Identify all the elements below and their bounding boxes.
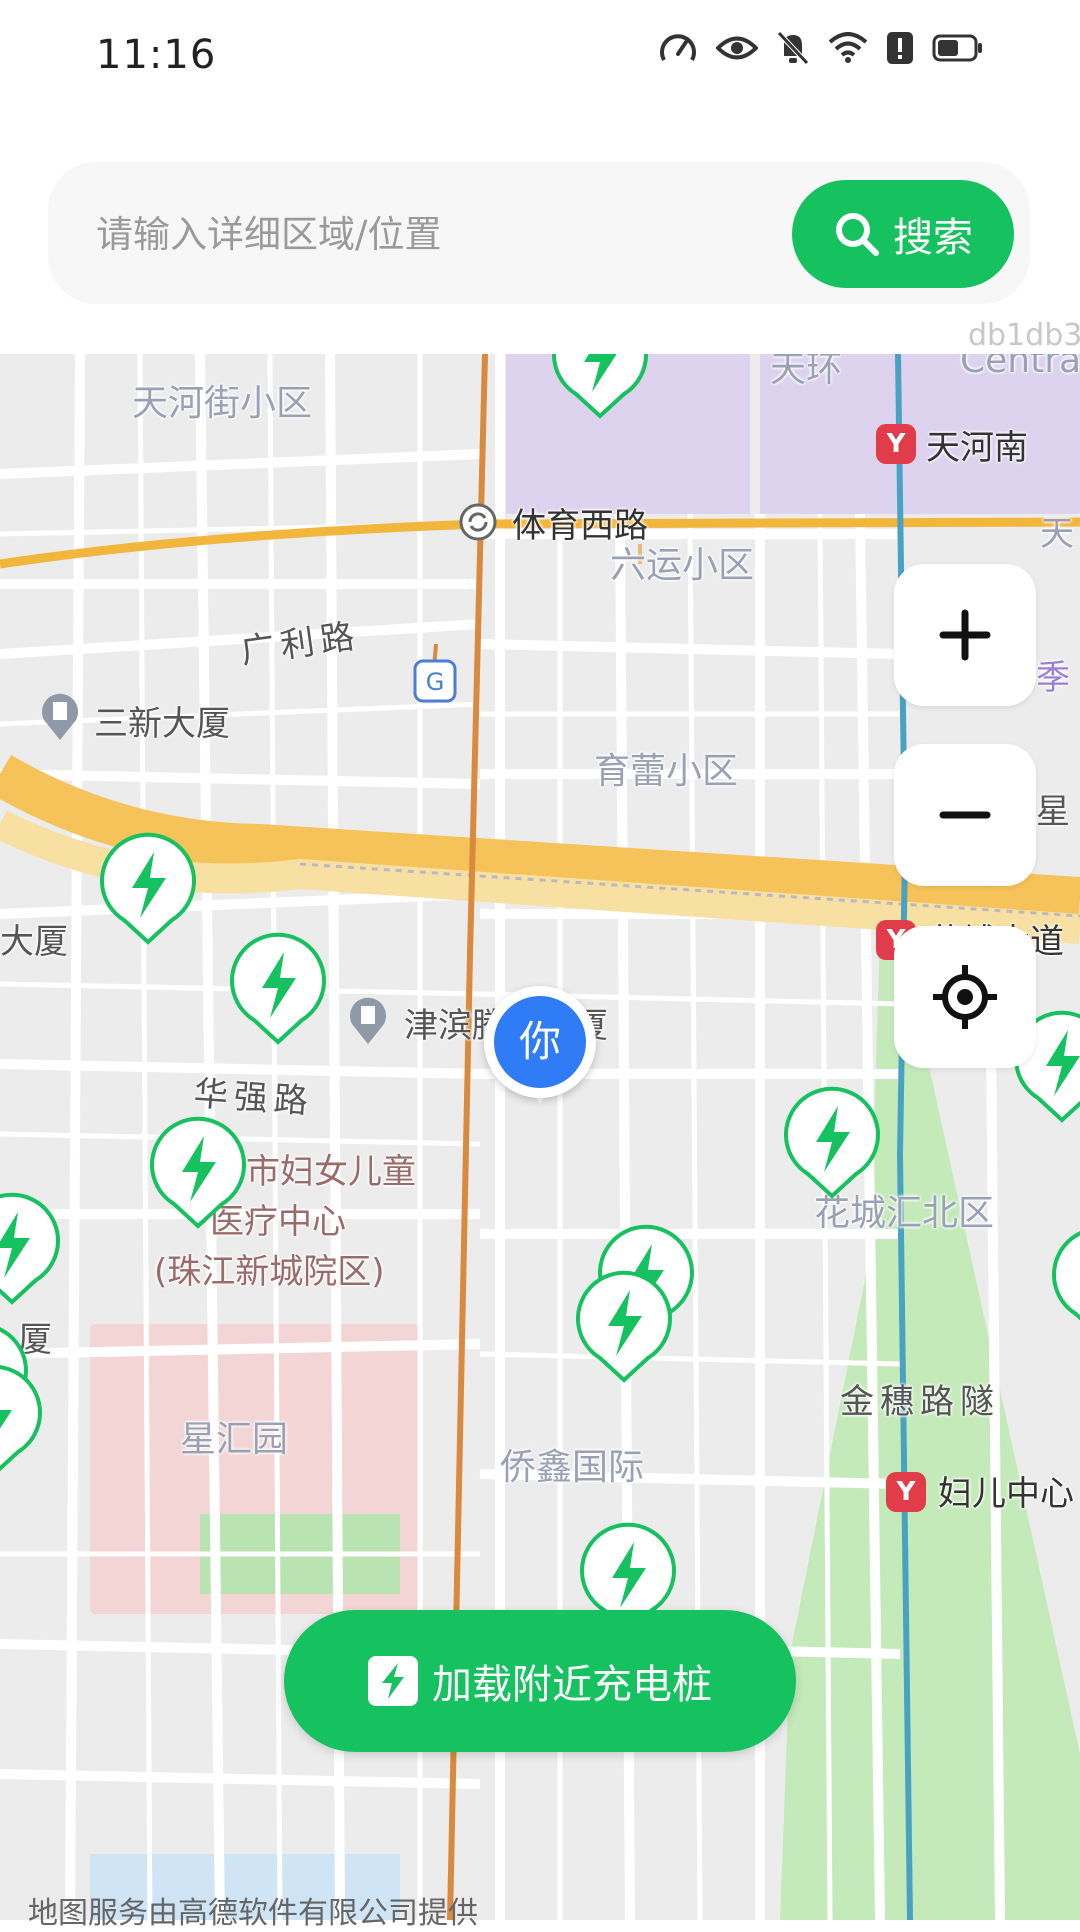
map-label-ji: 季	[1036, 658, 1070, 698]
charging-station-pin[interactable]	[96, 830, 200, 946]
metro-icon-fuerzhongxin: Y	[886, 1472, 926, 1512]
zoom-out-button[interactable]	[894, 744, 1036, 886]
map-label-fuerzhongxin: 妇儿中心	[938, 1474, 1074, 1514]
map-copyright: 地图服务由高德软件有限公司提供	[28, 1896, 478, 1931]
map-label-tianhenan: 天河南	[926, 428, 1028, 468]
status-time: 11:16	[96, 32, 217, 78]
charging-icon	[368, 1656, 418, 1706]
wifi-icon	[828, 32, 868, 63]
charging-station-pin[interactable]	[572, 1268, 676, 1384]
charging-station-pin[interactable]	[226, 930, 330, 1046]
building-pin-icon	[42, 693, 78, 740]
status-bar: 11:16	[0, 0, 1080, 110]
search-icon	[836, 213, 879, 256]
charging-station-pin[interactable]	[1048, 1224, 1080, 1340]
load-button-label: 加载附近充电桩	[432, 1662, 712, 1708]
search-input[interactable]	[94, 198, 798, 270]
plus-icon	[939, 609, 991, 661]
map-label-xing: 星	[1036, 792, 1070, 832]
locate-icon	[933, 965, 997, 1029]
charging-station-pin[interactable]	[0, 1362, 46, 1478]
map-label-xinghuiyuan: 星汇园	[180, 1419, 289, 1460]
map-label-yulei: 育蕾小区	[594, 751, 739, 792]
charging-station-pin[interactable]	[780, 1084, 884, 1200]
map-label-dasha-left: 大厦	[0, 922, 68, 962]
svg-text:G: G	[426, 668, 445, 696]
minus-icon	[939, 811, 991, 819]
map-label-jinsuilu: 金穗路隧	[840, 1382, 1000, 1422]
gas-station-icon: G	[413, 659, 457, 703]
debug-text: db1db3	[968, 318, 1080, 353]
status-icons	[658, 30, 984, 66]
building-pin-icon	[350, 997, 386, 1044]
metro-transfer-icon	[459, 503, 497, 541]
map-label-tian-right: 天	[1040, 514, 1074, 554]
speed-icon	[660, 34, 696, 61]
map-label-qiaoxin: 侨鑫国际	[500, 1447, 645, 1488]
eye-icon	[716, 36, 758, 60]
user-location-marker: 你	[484, 986, 596, 1114]
search-area: 搜索 db1db3	[0, 110, 1080, 354]
map-label-central: Centra	[960, 354, 1080, 381]
load-nearby-chargers-button[interactable]: 加载附近充电桩	[284, 1610, 796, 1752]
charging-station-pin[interactable]	[0, 1190, 64, 1306]
search-button-label: 搜索	[893, 215, 973, 261]
metro-icon-tianhenan: Y	[876, 424, 916, 464]
bell-muted-icon	[777, 31, 809, 65]
map-label-sanxin: 三新大厦	[94, 704, 230, 744]
battery-icon	[932, 34, 982, 62]
charging-station-pin[interactable]	[146, 1114, 250, 1230]
map-label-hospital-3: (珠江新城院区)	[154, 1252, 385, 1292]
user-marker-label: 你	[494, 996, 586, 1088]
map-label-hospital-1: 市妇女儿童	[246, 1152, 416, 1192]
map-label-liuyun: 六运小区	[610, 545, 755, 586]
alert-icon	[887, 32, 913, 64]
map-label-tianhejie: 天河街小区	[132, 383, 313, 424]
map-label-tianhenan-top: 天环	[770, 354, 843, 390]
search-button[interactable]: 搜索	[792, 180, 1014, 288]
locate-me-button[interactable]	[894, 926, 1036, 1068]
charging-station-pin[interactable]	[548, 354, 652, 420]
zoom-in-button[interactable]	[894, 564, 1036, 706]
